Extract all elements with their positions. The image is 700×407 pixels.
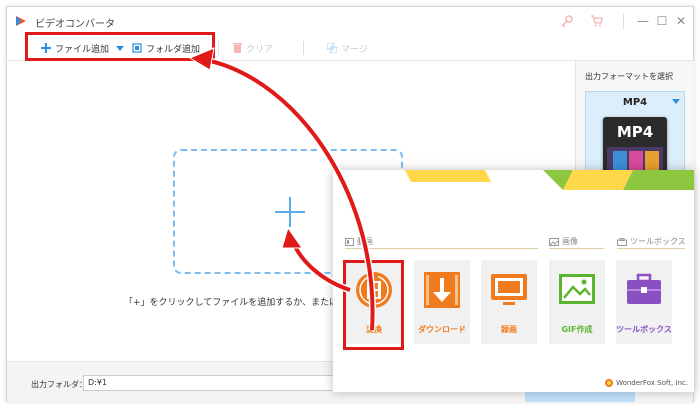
- merge-icon: [327, 43, 337, 53]
- download-icon: [424, 272, 460, 308]
- minimize-button[interactable]: —: [634, 12, 652, 30]
- gif-image-icon: [559, 274, 595, 304]
- merge-label: マージ: [341, 44, 368, 55]
- video-section-icon: [345, 237, 354, 246]
- record-tile[interactable]: 録画: [481, 260, 537, 344]
- section-toolbox: ツールボックス: [617, 236, 686, 247]
- decorative-banner: [405, 170, 694, 190]
- trash-icon: [233, 43, 242, 53]
- toolbox-section-icon: [617, 237, 627, 246]
- section-image: 画像: [549, 236, 578, 247]
- section-divider: [549, 248, 604, 249]
- chevron-down-icon: [672, 99, 680, 104]
- titlebar-divider: [623, 13, 624, 29]
- output-folder-label: 出力フォルダ：: [31, 380, 87, 389]
- toolbar-separator: [303, 41, 304, 55]
- merge-button[interactable]: マージ: [327, 40, 368, 56]
- clear-label: クリア: [246, 44, 274, 55]
- section-divider: [345, 248, 538, 249]
- toolbar-separator: [218, 41, 219, 55]
- convert-highlight-box: [343, 260, 404, 350]
- section-toolbox-label: ツールボックス: [630, 237, 686, 246]
- output-format-label: MP4: [622, 97, 648, 108]
- gif-maker-tile[interactable]: GIF作成: [549, 260, 605, 344]
- maximize-button[interactable]: ☐: [653, 12, 671, 30]
- app-logo-icon: [16, 16, 26, 26]
- output-format-title: 出力フォーマットを選択: [585, 72, 673, 81]
- screen-record-icon: [491, 274, 527, 305]
- section-video-label: 動画: [357, 237, 373, 246]
- output-folder-input[interactable]: D:¥1: [83, 375, 343, 391]
- toolbox-tile-label: ツールボックス: [616, 325, 672, 334]
- record-tile-label: 録画: [501, 325, 517, 334]
- toolbar-highlight-box: [25, 32, 215, 61]
- close-button[interactable]: ✕: [672, 12, 690, 30]
- toolbox-tile[interactable]: ツールボックス: [616, 260, 672, 344]
- gif-maker-tile-label: GIF作成: [561, 325, 593, 334]
- cart-icon[interactable]: [590, 14, 604, 28]
- image-section-icon: [549, 237, 559, 246]
- download-tile[interactable]: ダウンロード: [414, 260, 470, 344]
- brand-text: WonderFox Soft, Inc.: [616, 379, 688, 387]
- key-icon[interactable]: [560, 14, 574, 28]
- toolbox-icon: [627, 273, 661, 304]
- plus-icon-vertical: [289, 197, 291, 227]
- title-bar: ビデオコンバータ — ☐ ✕: [7, 7, 693, 35]
- section-image-label: 画像: [562, 237, 578, 246]
- download-tile-label: ダウンロード: [418, 325, 466, 334]
- dropzone-hint: 「+」をクリックしてファイルを追加するか、またはフ: [124, 298, 348, 308]
- window-title: ビデオコンバータ: [35, 19, 115, 30]
- section-video: 動画: [345, 236, 373, 247]
- wonderfox-logo-icon: [605, 379, 614, 387]
- mp4-icon-text: MP4: [616, 123, 654, 141]
- clear-button[interactable]: クリア: [233, 40, 273, 56]
- section-divider: [617, 248, 685, 249]
- run-button[interactable]: [525, 392, 635, 402]
- brand-footer: WonderFox Soft, Inc.: [605, 379, 688, 387]
